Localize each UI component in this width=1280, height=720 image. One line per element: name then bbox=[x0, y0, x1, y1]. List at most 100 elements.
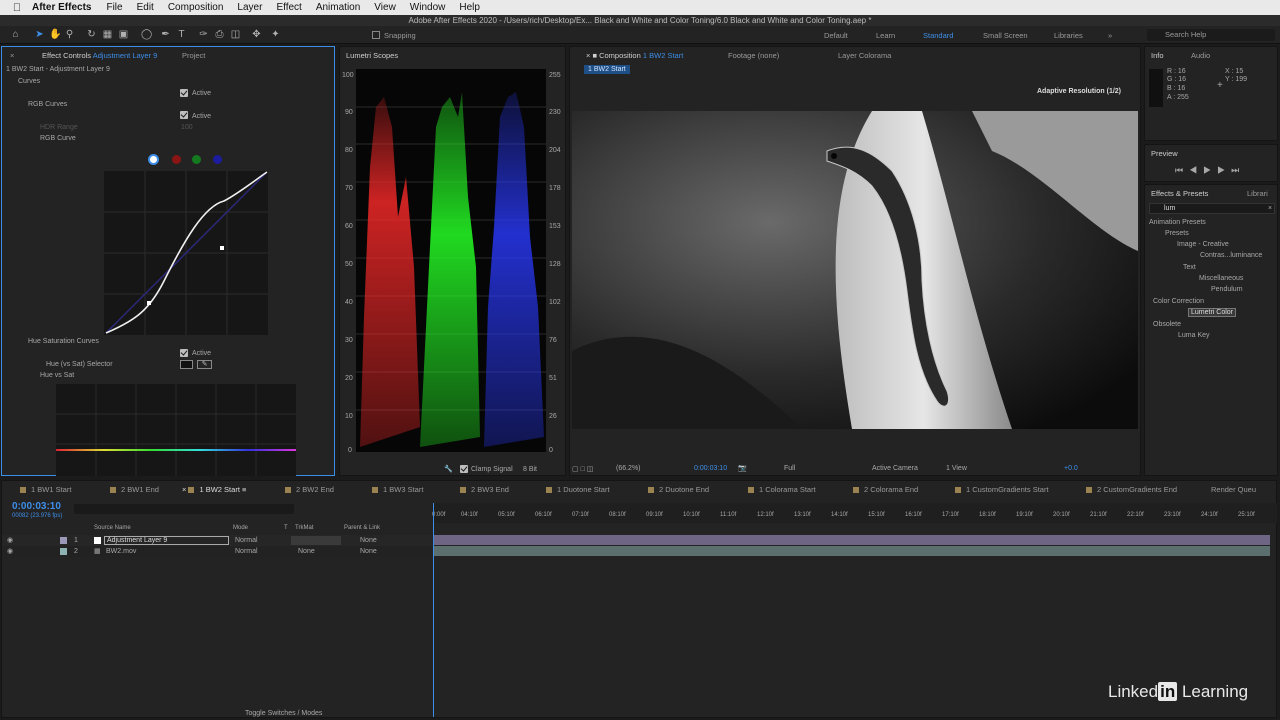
rgb-curves-section[interactable]: RGB Curves bbox=[28, 101, 67, 108]
shape-tool-icon[interactable]: ◯ bbox=[141, 29, 152, 40]
tab-preview[interactable]: Preview bbox=[1151, 149, 1178, 158]
timeline-search-input[interactable] bbox=[74, 504, 294, 514]
tab-customgradients-end[interactable]: 2 CustomGradients End bbox=[1086, 485, 1177, 494]
menu-layer[interactable]: Layer bbox=[237, 2, 262, 13]
zoom-tool-icon[interactable]: ⚲ bbox=[64, 29, 75, 40]
tab-bw1-end[interactable]: 2 BW1 End bbox=[110, 485, 159, 494]
close-icon[interactable]: × bbox=[10, 51, 14, 60]
color-swatch[interactable] bbox=[180, 360, 193, 369]
workspace-libraries[interactable]: Libraries bbox=[1054, 31, 1083, 40]
hue-vs-sat-graph[interactable] bbox=[56, 384, 296, 476]
rgb-curve-section[interactable]: RGB Curve bbox=[40, 135, 76, 142]
menu-window[interactable]: Window bbox=[410, 2, 446, 13]
menu-composition[interactable]: Composition bbox=[168, 2, 224, 13]
tree-obsolete[interactable]: Obsolete bbox=[1153, 321, 1181, 328]
chevron-right-icon[interactable]: » bbox=[1108, 31, 1112, 40]
parent-dropdown[interactable]: None bbox=[360, 537, 377, 544]
clamp-signal-checkbox[interactable] bbox=[460, 465, 468, 473]
menu-edit[interactable]: Edit bbox=[137, 2, 154, 13]
layer-name[interactable]: Adjustment Layer 9 bbox=[104, 536, 229, 545]
footage-layer-bar[interactable] bbox=[434, 546, 1270, 556]
resolution-dropdown[interactable]: Full bbox=[784, 465, 795, 472]
tab-colorama-end[interactable]: 2 Colorama End bbox=[853, 485, 918, 494]
adjustment-layer-bar[interactable] bbox=[434, 535, 1270, 545]
green-channel-button[interactable] bbox=[192, 155, 201, 164]
parent-dropdown[interactable]: None bbox=[360, 548, 377, 555]
tree-pendulum[interactable]: Pendulum bbox=[1211, 286, 1243, 293]
table-row[interactable]: ◉ 2 ▦ BW2.mov Normal None None bbox=[2, 546, 432, 557]
hue-sat-curves-section[interactable]: Hue Saturation Curves bbox=[28, 338, 99, 345]
tree-miscellaneous[interactable]: Miscellaneous bbox=[1199, 275, 1243, 282]
tab-composition[interactable]: × ■ Composition 1 BW2 Start bbox=[586, 51, 683, 60]
curves-active-checkbox[interactable] bbox=[180, 89, 188, 97]
tab-bw3-end[interactable]: 2 BW3 End bbox=[460, 485, 509, 494]
wrench-icon[interactable]: 🔧 bbox=[444, 465, 453, 473]
menu-view[interactable]: View bbox=[374, 2, 396, 13]
workspace-learn[interactable]: Learn bbox=[876, 31, 895, 40]
region-of-interest-icon[interactable]: ▢ □ ◫ bbox=[572, 465, 593, 473]
search-help-input[interactable]: Search Help bbox=[1147, 29, 1275, 41]
hue-sat-active-checkbox[interactable] bbox=[180, 349, 188, 357]
table-row[interactable]: ◉ 1 Adjustment Layer 9 Normal None bbox=[2, 535, 432, 546]
view-layout-dropdown[interactable]: 1 View bbox=[946, 465, 967, 472]
snapshot-icon[interactable]: 📷 bbox=[738, 464, 747, 472]
home-icon[interactable]: ⌂ bbox=[10, 29, 21, 40]
hue-vs-sat-section[interactable]: Hue vs Sat bbox=[40, 372, 74, 379]
snapping-checkbox[interactable] bbox=[372, 31, 380, 39]
pen-tool-icon[interactable]: ✒ bbox=[160, 29, 171, 40]
rotate-tool-icon[interactable]: ↻ bbox=[86, 29, 97, 40]
tab-libraries[interactable]: Librari bbox=[1247, 189, 1268, 198]
exposure-value[interactable]: +0.0 bbox=[1064, 465, 1078, 472]
tab-duotone-end[interactable]: 2 Duotone End bbox=[648, 485, 709, 494]
layer-mode-dropdown[interactable]: Normal bbox=[235, 537, 258, 544]
blue-channel-button[interactable] bbox=[213, 155, 222, 164]
tab-bw3-start[interactable]: 1 BW3 Start bbox=[372, 485, 423, 494]
clone-tool-icon[interactable]: ⎙ bbox=[214, 29, 225, 40]
tab-bw2-start[interactable]: × 1 BW2 Start ≡ bbox=[182, 485, 246, 494]
layer-mode-dropdown[interactable]: Normal bbox=[235, 548, 258, 555]
effects-search-input[interactable]: lum × bbox=[1149, 203, 1275, 214]
tab-effect-controls[interactable]: Effect Controls Adjustment Layer 9 bbox=[42, 51, 157, 60]
workspace-standard[interactable]: Standard bbox=[923, 31, 953, 40]
app-menu[interactable]: After Effects bbox=[32, 2, 91, 13]
roto-brush-icon[interactable]: ✥ bbox=[251, 29, 262, 40]
tab-effects-presets[interactable]: Effects & Presets bbox=[1151, 189, 1208, 198]
tab-duotone-start[interactable]: 1 Duotone Start bbox=[546, 485, 610, 494]
camera-tool-icon[interactable]: ▦ bbox=[102, 29, 113, 40]
tab-info[interactable]: Info bbox=[1151, 51, 1164, 60]
type-tool-icon[interactable]: T bbox=[176, 29, 187, 40]
clear-search-icon[interactable]: × bbox=[1268, 205, 1272, 212]
eyedropper-icon[interactable]: ✎ bbox=[197, 360, 212, 369]
layer-name[interactable]: BW2.mov bbox=[106, 548, 136, 555]
eye-icon[interactable]: ◉ bbox=[7, 547, 13, 555]
menu-help[interactable]: Help bbox=[459, 2, 480, 13]
tree-image-creative[interactable]: Image - Creative bbox=[1177, 241, 1229, 248]
tree-presets[interactable]: Presets bbox=[1165, 230, 1189, 237]
eraser-tool-icon[interactable]: ◫ bbox=[230, 29, 241, 40]
tree-text[interactable]: Text bbox=[1183, 264, 1196, 271]
eye-icon[interactable]: ◉ bbox=[7, 536, 13, 544]
tab-customgradients-start[interactable]: 1 CustomGradients Start bbox=[955, 485, 1049, 494]
comp-timecode[interactable]: 0:00:03:10 bbox=[694, 465, 727, 472]
puppet-tool-icon[interactable]: ✦ bbox=[270, 29, 281, 40]
tab-colorama-start[interactable]: 1 Colorama Start bbox=[748, 485, 816, 494]
pan-behind-tool-icon[interactable]: ▣ bbox=[118, 29, 129, 40]
red-channel-button[interactable] bbox=[172, 155, 181, 164]
tree-contrast-luminance[interactable]: Contras...luminance bbox=[1200, 252, 1262, 259]
menu-file[interactable]: File bbox=[106, 2, 122, 13]
tree-luma-key[interactable]: Luma Key bbox=[1178, 332, 1210, 339]
rgb-curve-graph[interactable] bbox=[104, 171, 268, 335]
tree-color-correction[interactable]: Color Correction bbox=[1153, 298, 1204, 305]
playhead[interactable] bbox=[433, 503, 434, 717]
selection-tool-icon[interactable]: ➤ bbox=[34, 29, 45, 40]
label-color-swatch[interactable] bbox=[60, 537, 67, 544]
camera-dropdown[interactable]: Active Camera bbox=[872, 465, 918, 472]
timeline-timecode[interactable]: 0:00:03:10 bbox=[12, 501, 61, 512]
hand-tool-icon[interactable]: ✋ bbox=[49, 29, 61, 40]
menu-effect[interactable]: Effect bbox=[276, 2, 301, 13]
tab-render-queue[interactable]: Render Queu bbox=[1211, 485, 1256, 494]
white-channel-button[interactable] bbox=[148, 154, 159, 165]
tab-footage[interactable]: Footage (none) bbox=[728, 51, 779, 60]
tab-bw1-start[interactable]: 1 BW1 Start bbox=[20, 485, 71, 494]
playback-controls-icon[interactable]: ⏮◀▶▶⏭ bbox=[1175, 165, 1245, 176]
